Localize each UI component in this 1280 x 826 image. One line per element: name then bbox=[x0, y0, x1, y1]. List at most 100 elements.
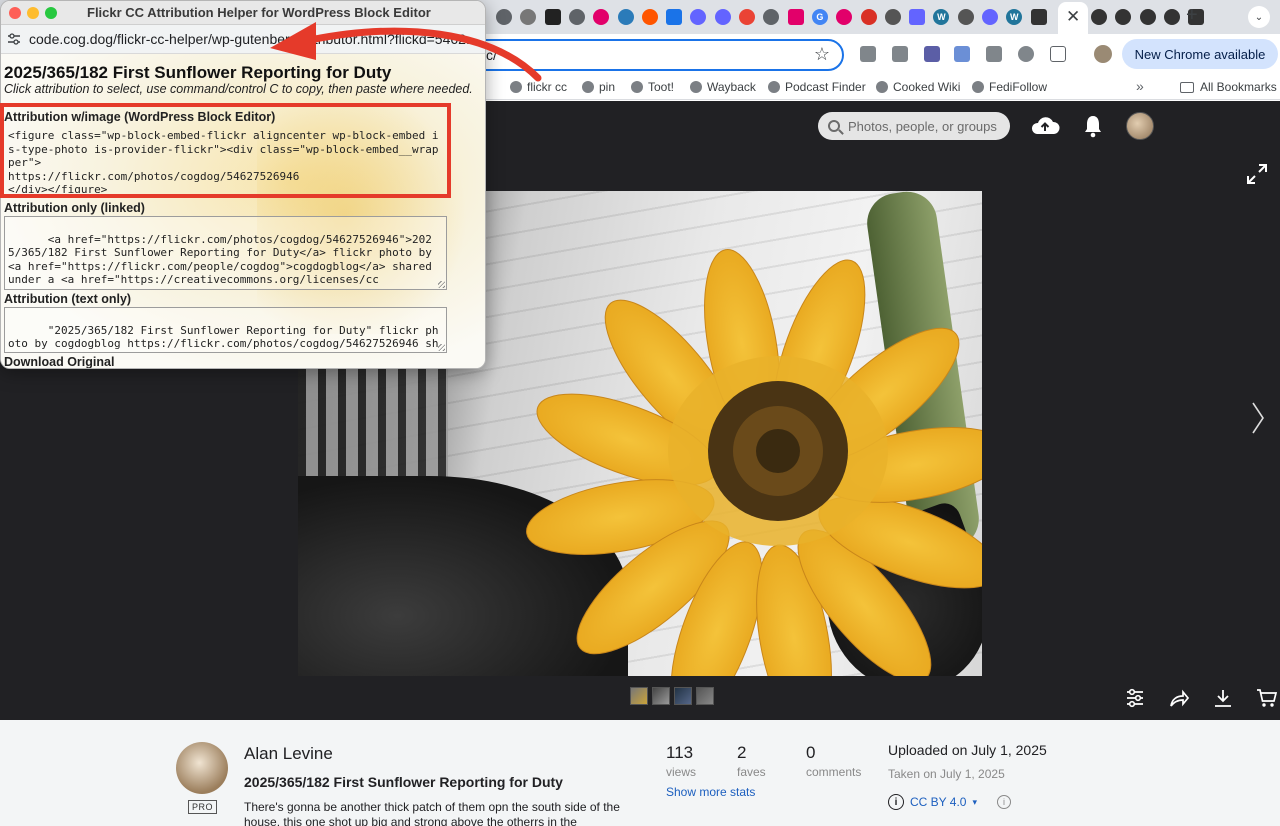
tab-favicon-icon[interactable] bbox=[496, 9, 512, 25]
search-icon bbox=[828, 120, 840, 132]
uploaded-date: Uploaded on July 1, 2025 bbox=[888, 742, 1047, 758]
info-icon[interactable]: i bbox=[997, 795, 1012, 809]
tab-favicon-icon[interactable] bbox=[763, 9, 780, 25]
stat-faves: 2 faves bbox=[737, 743, 766, 779]
popup-url-bar[interactable]: code.cog.dog/flickr-cc-helper/wp-gutenbe… bbox=[1, 25, 485, 54]
tab-favicon-icon[interactable] bbox=[1115, 9, 1132, 25]
close-window-button[interactable] bbox=[9, 7, 21, 19]
bookmark-item[interactable]: Podcast Finder bbox=[768, 80, 866, 94]
tab-favicon-icon[interactable] bbox=[836, 9, 853, 25]
photo-description: There's gonna be another thick patch of … bbox=[244, 800, 620, 826]
stat-label: faves bbox=[737, 765, 766, 779]
tab-favicon-icon[interactable] bbox=[593, 9, 610, 25]
taken-date: Taken on July 1, 2025 bbox=[888, 767, 1005, 781]
attribution-text-textarea[interactable]: "2025/365/182 First Sunflower Reporting … bbox=[4, 307, 447, 353]
stat-views: 113 views bbox=[666, 743, 696, 779]
all-bookmarks-button[interactable]: All Bookmarks bbox=[1180, 80, 1277, 94]
tab-favicon-icon[interactable] bbox=[982, 9, 998, 25]
folder-icon bbox=[1180, 81, 1194, 93]
search-placeholder: Photos, people, or groups bbox=[848, 118, 997, 134]
cart-icon[interactable] bbox=[1256, 687, 1278, 709]
license-selector[interactable]: i CC BY 4.0 ▾ i bbox=[888, 794, 1012, 810]
bookmark-star-icon[interactable]: ☆ bbox=[814, 44, 830, 65]
extension-icon[interactable] bbox=[860, 46, 876, 62]
tab-favicon-icon[interactable] bbox=[617, 9, 634, 25]
resize-grip-icon[interactable] bbox=[438, 281, 445, 288]
tab-favicon-icon[interactable] bbox=[520, 9, 537, 25]
tab-favicon-icon[interactable] bbox=[568, 9, 585, 25]
minimize-window-button[interactable] bbox=[27, 7, 39, 19]
tab-favicon-icon[interactable]: W bbox=[933, 9, 950, 25]
photo-thumbnail[interactable] bbox=[674, 687, 692, 705]
bookmark-favicon-icon bbox=[510, 81, 522, 93]
download-icon[interactable] bbox=[1212, 687, 1234, 709]
tab-favicon-icon[interactable] bbox=[860, 9, 877, 25]
tab-search-menu-button[interactable]: ⌄ bbox=[1248, 6, 1270, 28]
bookmark-item[interactable]: flickr cc bbox=[510, 80, 567, 94]
bookmark-item[interactable]: Wayback bbox=[690, 80, 756, 94]
tab-favicon-icon[interactable] bbox=[909, 9, 926, 25]
new-tab-button[interactable]: + bbox=[1186, 4, 1198, 27]
translate-extension-icon[interactable] bbox=[954, 46, 970, 62]
tab-favicon-icon[interactable]: G bbox=[811, 9, 828, 25]
photo-thumbnail-strip bbox=[630, 687, 714, 705]
attribution-image-textarea[interactable]: <figure class="wp-block-embed-flickr ali… bbox=[4, 126, 447, 194]
tab-favicon-icon[interactable] bbox=[544, 9, 561, 25]
attribution-text-label: Attribution (text only) bbox=[4, 292, 132, 306]
popup-photo-heading: 2025/365/182 First Sunflower Reporting f… bbox=[4, 63, 392, 82]
tab-favicon-icon[interactable] bbox=[884, 9, 901, 25]
address-bar[interactable]: c/ ☆ bbox=[458, 39, 844, 71]
profile-avatar-icon[interactable] bbox=[1094, 45, 1112, 63]
camera-extension-icon[interactable] bbox=[892, 46, 908, 62]
photo-thumbnail[interactable] bbox=[696, 687, 714, 705]
photo-thumbnail[interactable] bbox=[652, 687, 670, 705]
show-more-stats-link[interactable]: Show more stats bbox=[666, 785, 755, 799]
tab-favicon-icon[interactable] bbox=[1090, 9, 1107, 25]
owner-avatar[interactable] bbox=[176, 742, 228, 794]
tab-favicon-icon[interactable] bbox=[787, 9, 804, 25]
bookmark-item[interactable]: Cooked Wiki bbox=[876, 80, 960, 94]
tab-favicon-icon[interactable] bbox=[1139, 9, 1156, 25]
next-photo-arrow-icon[interactable] bbox=[1250, 401, 1266, 435]
download-original-label: Download Original bbox=[4, 355, 115, 369]
tab-favicon-icon[interactable]: W bbox=[1006, 9, 1023, 25]
extension-icon[interactable] bbox=[986, 46, 1002, 62]
extension-icon[interactable] bbox=[1018, 46, 1034, 62]
resize-grip-icon[interactable] bbox=[438, 344, 445, 351]
tab-favicon-icon[interactable] bbox=[1030, 9, 1047, 25]
tab-favicon-icon[interactable] bbox=[690, 9, 707, 25]
close-tab-icon[interactable]: ✕ bbox=[1066, 7, 1080, 27]
bookmark-item[interactable]: Toot! bbox=[631, 80, 674, 94]
stat-value: 0 bbox=[806, 743, 816, 762]
share-arrow-icon[interactable] bbox=[1168, 687, 1190, 709]
tab-favicon-icon[interactable] bbox=[641, 9, 658, 25]
site-settings-icon[interactable] bbox=[7, 33, 21, 45]
stat-value: 113 bbox=[666, 743, 694, 762]
popup-title-bar: Flickr CC Attribution Helper for WordPre… bbox=[1, 1, 485, 25]
extension-icon[interactable] bbox=[924, 46, 940, 62]
tab-favicon-icon[interactable] bbox=[957, 9, 974, 25]
tab-favicon-icon[interactable] bbox=[714, 9, 731, 25]
notifications-bell-icon[interactable] bbox=[1083, 114, 1103, 138]
tab-favicon-icon[interactable] bbox=[666, 9, 683, 25]
flickr-search-input[interactable]: Photos, people, or groups bbox=[818, 112, 1010, 140]
bookmark-item[interactable]: pin bbox=[582, 80, 615, 94]
edit-sliders-icon[interactable] bbox=[1124, 687, 1146, 709]
pro-badge: PRO bbox=[188, 800, 218, 814]
expand-fullscreen-icon[interactable] bbox=[1246, 163, 1268, 185]
bookmark-favicon-icon bbox=[876, 81, 888, 93]
new-chrome-available-button[interactable]: New Chrome available bbox=[1122, 39, 1278, 69]
zoom-window-button[interactable] bbox=[45, 7, 57, 19]
bookmark-item[interactable]: FediFollow bbox=[972, 80, 1047, 94]
upload-cloud-icon[interactable] bbox=[1030, 114, 1060, 136]
bookmarks-overflow-button[interactable]: » bbox=[1136, 78, 1144, 94]
attribution-text-code: "2025/365/182 First Sunflower Reporting … bbox=[8, 323, 439, 353]
tab-favicon-icon[interactable] bbox=[1163, 9, 1180, 25]
photo-thumbnail[interactable] bbox=[630, 687, 648, 705]
owner-name-link[interactable]: Alan Levine bbox=[244, 744, 333, 764]
tab-favicon-icon[interactable] bbox=[739, 9, 755, 25]
attribution-linked-textarea[interactable]: <a href="https://flickr.com/photos/cogdo… bbox=[4, 216, 447, 290]
extensions-puzzle-icon[interactable] bbox=[1050, 46, 1066, 62]
user-avatar[interactable] bbox=[1126, 112, 1154, 140]
attribution-linked-label: Attribution only (linked) bbox=[4, 201, 145, 215]
